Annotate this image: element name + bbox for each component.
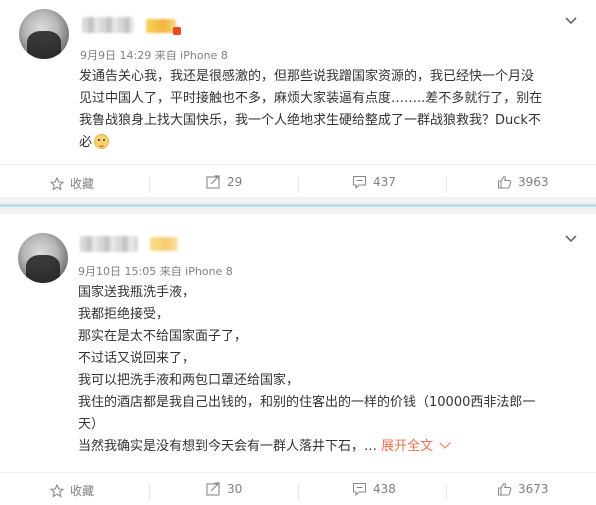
share-icon: [206, 175, 220, 189]
divider: [0, 164, 596, 165]
post-text-line: 当然我确实是没有想到今天会有一群人落井下石，: [78, 439, 365, 454]
comment-count: 438: [373, 482, 396, 496]
thumbs-up-icon: [497, 482, 512, 496]
favorite-button[interactable]: 收藏: [50, 175, 94, 192]
comment-icon: [352, 482, 367, 496]
like-button[interactable]: 3963: [497, 175, 549, 189]
chevron-down-icon[interactable]: [564, 232, 578, 246]
doge-emoji-icon: [94, 134, 110, 149]
post-text-line: 我可以把洗手液和两包口罩还给国家，: [78, 373, 300, 388]
post-text: 发通告关心我，我还是很感激的，但那些说我蹭国家资源的，我已经快一个月没 见过中国…: [79, 66, 587, 154]
chevron-down-icon[interactable]: [564, 14, 578, 28]
like-count: 3963: [518, 175, 549, 189]
divider: [298, 484, 299, 500]
vip-icon: [173, 27, 181, 35]
divider: [446, 484, 447, 500]
comment-icon: [352, 175, 367, 189]
post-text-line: 我都拒绝接受，: [78, 307, 170, 322]
expand-label: 展开全文: [381, 439, 434, 454]
comment-button[interactable]: 437: [352, 175, 396, 189]
feed-separator: [0, 197, 596, 214]
share-button[interactable]: 29: [206, 175, 242, 189]
like-count: 3673: [518, 482, 549, 496]
expand-full-text-link[interactable]: 展开全文: [381, 437, 451, 454]
share-count: 30: [227, 482, 243, 496]
username-blurred[interactable]: [82, 17, 134, 33]
username-blurred[interactable]: [80, 236, 138, 252]
share-icon: [206, 482, 220, 496]
like-button[interactable]: 3673: [497, 482, 549, 496]
post-meta: 9月10日 15:05 来自 iPhone 8: [78, 265, 233, 278]
favorite-button[interactable]: 收藏: [50, 482, 94, 499]
ellipsis: …: [364, 439, 378, 454]
post-text-line: 不过话又说回来了，: [78, 351, 196, 366]
post-text-line: 发通告关心我，我还是很感激的，但那些说我蹭国家资源的，我已经快一个月没: [79, 69, 535, 84]
star-icon: [50, 176, 64, 191]
share-button[interactable]: 30: [206, 482, 242, 496]
favorite-label: 收藏: [70, 177, 95, 191]
post-text-line: 国家送我瓶洗手液，: [78, 285, 196, 300]
divider: [149, 177, 150, 193]
share-count: 29: [227, 175, 243, 189]
post-meta: 9月9日 14:29 来自 iPhone 8: [80, 49, 228, 62]
post-text-line: 必: [79, 135, 93, 150]
avatar[interactable]: [18, 233, 68, 283]
divider: [0, 204, 596, 207]
star-icon: [50, 483, 64, 498]
divider: [298, 177, 299, 193]
divider: [446, 177, 447, 193]
weibo-post-2: 9月10日 15:05 来自 iPhone 8 国家送我瓶洗手液， 我都拒绝接受…: [0, 214, 596, 505]
favorite-label: 收藏: [70, 484, 95, 498]
thumbs-up-icon: [497, 175, 512, 189]
post-text: 国家送我瓶洗手液， 我都拒绝接受， 那实在是太不给国家面子了， 不过话又说回来了…: [78, 282, 578, 458]
member-badge-blurred: [146, 19, 176, 33]
chevron-down-icon: [439, 437, 451, 449]
post-text-line: 我鲁战狼身上找大国快乐，我一个人绝地求生硬给整成了一群战狼救我？Duck不: [79, 113, 541, 128]
weibo-post-1: 9月9日 14:29 来自 iPhone 8 发通告关心我，我还是很感激的，但那…: [0, 0, 596, 197]
comment-count: 437: [373, 175, 396, 189]
avatar[interactable]: [19, 9, 69, 59]
post-text-line: 我住的酒店都是我自己出钱的，和别的住客出的一样的价钱（10000西非法郎一: [78, 395, 536, 410]
divider: [0, 472, 596, 473]
post-text-line: 天）: [78, 417, 105, 432]
member-badge-blurred: [150, 237, 178, 251]
divider: [149, 484, 150, 500]
comment-button[interactable]: 438: [352, 482, 396, 496]
post-text-line: 那实在是太不给国家面子了，: [78, 329, 248, 344]
post-text-line: 见过中国人了，平时接触也不多，麻烦大家装逼有点度……..差不多就行了，别在: [79, 91, 543, 106]
